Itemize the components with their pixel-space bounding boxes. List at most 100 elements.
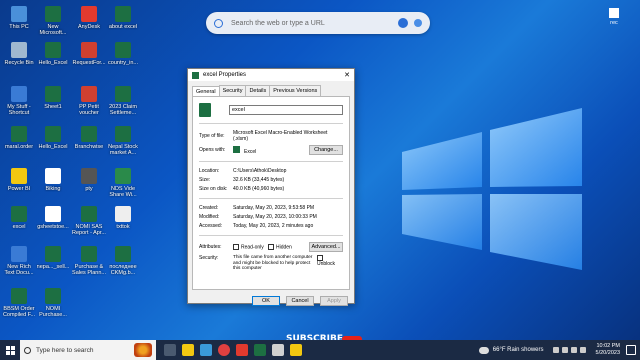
desktop-icon[interactable]: Purchase & Sales Plann... (72, 246, 106, 276)
desktop-icon[interactable]: country_in... (106, 42, 140, 66)
file-icon (45, 6, 61, 22)
desktop-icon[interactable]: Power BI (2, 168, 36, 192)
desktop-icon[interactable]: PP Petit voucher (72, 86, 106, 116)
desktop-icon-label: Recycle Bin (4, 60, 34, 66)
file-icon (11, 288, 27, 304)
unblock-checkbox[interactable] (316, 255, 323, 261)
desktop-icon[interactable]: Recycle Bin (2, 42, 36, 66)
desktop-icon[interactable]: pty (72, 168, 106, 192)
excel-file-icon (199, 103, 211, 117)
system-tray: 66°F Rain showers 10:02 PM 5/20/2023 (478, 343, 640, 357)
desktop-icon[interactable]: maral.order (2, 126, 36, 150)
desktop-icon[interactable]: RequestFor... (72, 42, 106, 66)
file-icon (81, 246, 97, 262)
desktop-icon[interactable]: Nepal Stock market A... (106, 126, 140, 156)
readonly-checkbox[interactable] (233, 243, 239, 250)
desktop-icon[interactable]: This PC (2, 6, 36, 30)
taskbar: Type here to search 66°F Rain showers 10… (0, 340, 640, 360)
taskbar-search[interactable]: Type here to search (20, 340, 156, 360)
excel-taskbar-icon[interactable] (254, 344, 266, 356)
desktop-icon[interactable]: NOMI Purchase... (36, 288, 70, 318)
divider (199, 123, 343, 124)
desktop-icon[interactable]: Hello_Excel (36, 42, 70, 66)
desktop-icon[interactable]: NOMI SAS Report - Apr... (72, 206, 106, 236)
file-icon (45, 42, 61, 58)
desktop-icon[interactable]: Branchwise (72, 126, 106, 150)
desktop-icon-label: gsheetstoe... (37, 224, 69, 230)
start-button[interactable] (0, 345, 20, 355)
unblock-wrap: Unblock (316, 255, 343, 267)
divider (199, 235, 343, 236)
accessed-value: Today, May 20, 2023, 2 minutes ago (233, 223, 314, 229)
desktop-icon-label: NDS Vide Share Wi... (109, 186, 137, 198)
tab-previous-versions[interactable]: Previous Versions (269, 85, 322, 96)
opera-icon[interactable] (236, 344, 248, 356)
desktop-icon[interactable]: последнее CKMg.b... (106, 246, 140, 276)
weather-widget[interactable]: 66°F Rain showers (478, 346, 544, 354)
desktop-icon-rec[interactable]: rec (604, 8, 624, 26)
created-value: Saturday, May 20, 2023, 9:53:58 PM (233, 205, 315, 211)
change-button[interactable]: Change... (309, 145, 343, 155)
tray-icons[interactable] (550, 347, 590, 353)
desktop-icon[interactable]: txttok (106, 206, 140, 230)
dialog-titlebar[interactable]: excel Properties ✕ (188, 69, 354, 81)
desktop-icon-label: Sheet1 (44, 104, 62, 110)
desktop-icon[interactable]: AnyDesk (72, 6, 106, 30)
task-view-icon[interactable] (164, 344, 176, 356)
search-icon (214, 18, 223, 28)
desktop-icon[interactable]: NDS Vide Share Wi... (106, 168, 140, 198)
desktop-icon-label: txttok (116, 224, 130, 230)
desktop-icon[interactable]: Hello_Excel (36, 126, 70, 150)
ok-button[interactable]: OK (252, 296, 280, 306)
app-icon[interactable] (272, 344, 284, 356)
desktop-icon[interactable]: New Microsoft... (36, 6, 70, 36)
filename-field[interactable]: excel (229, 105, 343, 115)
recorder-icon[interactable] (218, 344, 230, 356)
network-icon (553, 347, 560, 353)
desktop-icon[interactable]: New Rich Text Docu... (2, 246, 36, 276)
desktop-icon[interactable]: gsheetstoe... (36, 206, 70, 230)
tab-security[interactable]: Security (218, 85, 247, 96)
divider (199, 198, 343, 199)
notification-icon[interactable] (626, 345, 636, 355)
close-icon[interactable]: ✕ (344, 71, 350, 79)
bing-icon[interactable] (398, 18, 408, 28)
type-label: Type of file: (199, 133, 225, 139)
desktop-icon-label: rec (610, 20, 618, 26)
edge-icon[interactable] (200, 344, 212, 356)
edge-search-placeholder: Search the web or type a URL (231, 19, 325, 27)
desktop-icon[interactable]: BBSM Order Compiled F... (2, 288, 36, 318)
weather-text: 66°F Rain showers (492, 347, 544, 353)
taskbar-search-placeholder: Type here to search (36, 346, 94, 354)
edge-search-bar[interactable]: Search the web or type a URL (206, 12, 430, 34)
arrow-icon[interactable] (414, 19, 422, 27)
opens-with-value: Excel (244, 148, 257, 155)
attributes-label: Attributes: (199, 244, 222, 250)
desktop-icon[interactable]: nepa..._sell... (36, 246, 70, 270)
cancel-button[interactable]: Cancel (286, 296, 314, 306)
file-icon (81, 168, 97, 184)
desktop-icon[interactable]: Biking (36, 168, 70, 192)
desktop-icon[interactable]: 2023 Claim Settleme... (106, 86, 140, 116)
modified-label: Modified: (199, 214, 220, 220)
advanced-button[interactable]: Advanced... (309, 242, 343, 252)
divider (199, 161, 343, 162)
desktop-icon[interactable]: My Stuff - Shortcut (2, 86, 36, 116)
desktop-icon[interactable]: Sheet1 (36, 86, 70, 110)
hidden-checkbox[interactable] (267, 243, 274, 250)
apply-button[interactable]: Apply (320, 296, 348, 306)
file-icon (45, 168, 61, 184)
clock[interactable]: 10:02 PM 5/20/2023 (596, 343, 620, 357)
desktop-icon[interactable]: excel (2, 206, 36, 230)
desktop-icon-label: pty (85, 186, 93, 192)
search-icon (24, 346, 31, 354)
desktop-icon-label: maral.order (4, 144, 34, 150)
file-icon (45, 206, 61, 222)
size-label: Size: (199, 177, 211, 183)
tab-details[interactable]: Details (245, 85, 271, 96)
file-explorer-icon[interactable] (182, 344, 194, 356)
desktop-icon-label: Nepal Stock market A... (108, 144, 138, 156)
opens-with-value-wrap: Excel (233, 145, 309, 155)
power-bi-icon[interactable] (290, 344, 302, 356)
desktop-icon[interactable]: about excel (106, 6, 140, 30)
